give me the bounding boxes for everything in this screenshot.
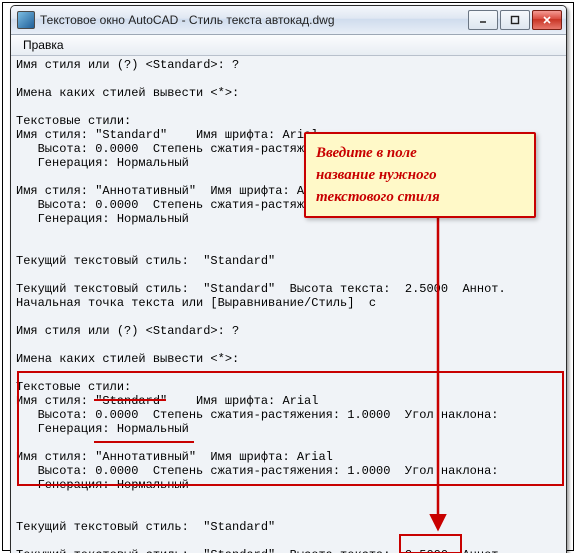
callout-line: текстового стиля bbox=[316, 186, 524, 208]
autocad-text-window: Текстовое окно AutoCAD - Стиль текста ав… bbox=[10, 5, 567, 553]
close-button[interactable] bbox=[532, 10, 562, 30]
callout-line: Введите в поле bbox=[316, 142, 524, 164]
minimize-button[interactable] bbox=[468, 10, 498, 30]
window-title: Текстовое окно AutoCAD - Стиль текста ав… bbox=[40, 13, 466, 27]
menubar: Правка bbox=[11, 35, 566, 56]
app-icon bbox=[17, 11, 35, 29]
callout-line: название нужного bbox=[316, 164, 524, 186]
annotation-callout: Введите в поле название нужного текстово… bbox=[304, 132, 536, 218]
maximize-button[interactable] bbox=[500, 10, 530, 30]
titlebar[interactable]: Текстовое окно AutoCAD - Стиль текста ав… bbox=[11, 6, 566, 35]
menu-edit[interactable]: Правка bbox=[17, 37, 70, 53]
